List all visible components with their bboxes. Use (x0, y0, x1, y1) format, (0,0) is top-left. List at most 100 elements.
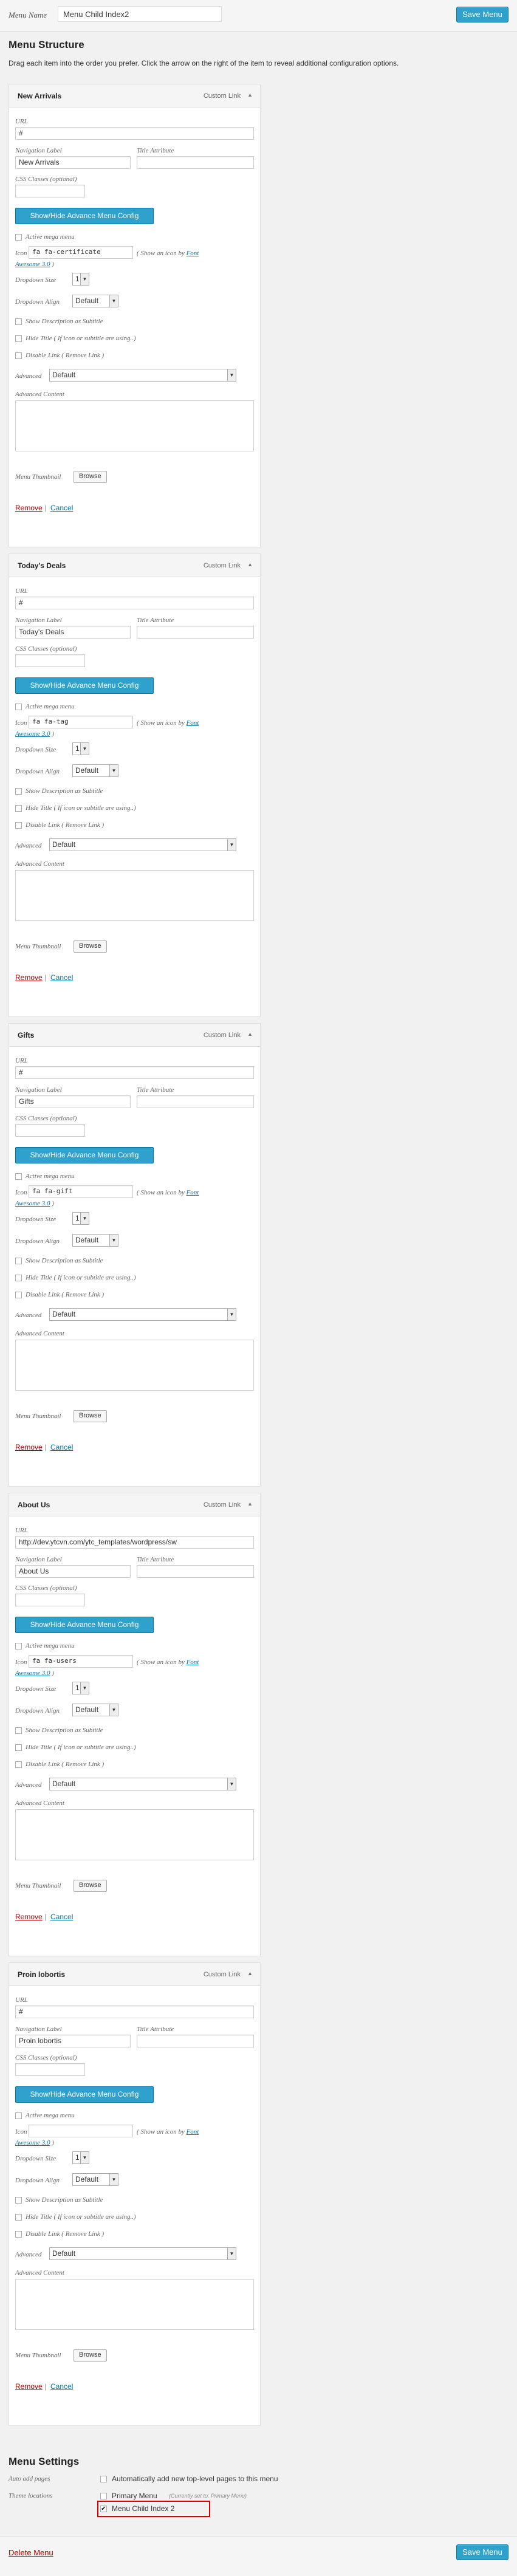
dropdown-size-select[interactable]: 1 ▼ (72, 1682, 89, 1694)
css-classes-input[interactable] (15, 1124, 85, 1137)
nav-label-input[interactable]: Proin lobortis (15, 2035, 131, 2047)
mega-menu-checkbox[interactable] (15, 1643, 22, 1649)
toggle-advanced-config-button[interactable]: Show/Hide Advance Menu Config (15, 677, 154, 694)
dropdown-align-select[interactable]: Default ▼ (72, 1704, 118, 1716)
advanced-content-textarea[interactable] (15, 1340, 254, 1391)
hide-title-checkbox[interactable] (15, 1744, 22, 1751)
title-attr-input[interactable] (137, 1095, 254, 1108)
cancel-item-link[interactable]: Cancel (50, 1913, 73, 1921)
collapse-arrow-icon[interactable]: ▲ (247, 561, 253, 567)
dropdown-align-select[interactable]: Default ▼ (72, 764, 118, 777)
mega-menu-checkbox[interactable] (15, 704, 22, 710)
icon-input[interactable] (29, 2125, 133, 2137)
show-description-checkbox[interactable] (15, 1258, 22, 1264)
menu-item-header[interactable]: Gifts Custom Link ▲ (9, 1024, 260, 1047)
url-input[interactable]: # (15, 127, 254, 140)
collapse-arrow-icon[interactable]: ▲ (247, 1501, 253, 1507)
advanced-select[interactable]: Default ▼ (49, 1778, 236, 1790)
disable-link-checkbox[interactable] (15, 2231, 22, 2238)
url-input[interactable]: # (15, 2006, 254, 2018)
dropdown-align-select[interactable]: Default ▼ (72, 2173, 118, 2186)
mega-menu-checkbox[interactable] (15, 234, 22, 241)
url-input[interactable]: # (15, 1066, 254, 1079)
font-link[interactable]: Font (187, 2128, 199, 2136)
font-awesome-link[interactable]: Awesome 3.0 (15, 2139, 50, 2146)
dropdown-align-select[interactable]: Default ▼ (72, 1234, 118, 1247)
remove-item-link[interactable]: Remove (15, 2382, 43, 2391)
dropdown-size-select[interactable]: 1 ▼ (72, 2151, 89, 2164)
font-link[interactable]: Font (187, 1189, 199, 1196)
font-link[interactable]: Font (187, 719, 199, 727)
collapse-arrow-icon[interactable]: ▲ (247, 92, 253, 98)
menu-item-header[interactable]: New Arrivals Custom Link ▲ (9, 84, 260, 108)
remove-item-link[interactable]: Remove (15, 973, 43, 982)
toggle-advanced-config-button[interactable]: Show/Hide Advance Menu Config (15, 208, 154, 224)
auto-add-checkbox[interactable] (100, 2476, 107, 2482)
disable-link-checkbox[interactable] (15, 1761, 22, 1768)
icon-input[interactable]: fa fa-tag (29, 716, 133, 728)
disable-link-checkbox[interactable] (15, 822, 22, 829)
delete-menu-link[interactable]: Delete Menu (9, 2548, 53, 2557)
show-description-checkbox[interactable] (15, 1727, 22, 1734)
advanced-content-textarea[interactable] (15, 1809, 254, 1860)
nav-label-input[interactable]: New Arrivals (15, 156, 131, 169)
font-awesome-link[interactable]: Awesome 3.0 (15, 730, 50, 738)
hide-title-checkbox[interactable] (15, 1275, 22, 1281)
advanced-content-textarea[interactable] (15, 400, 254, 451)
font-link[interactable]: Font (187, 1659, 199, 1666)
save-menu-button-top[interactable]: Save Menu (456, 7, 508, 22)
show-description-checkbox[interactable] (15, 318, 22, 325)
disable-link-checkbox[interactable] (15, 1292, 22, 1298)
collapse-arrow-icon[interactable]: ▲ (247, 1970, 253, 1976)
menu-name-input[interactable] (58, 6, 222, 22)
menu-child-checkbox[interactable]: ✔ (100, 2506, 107, 2512)
toggle-advanced-config-button[interactable]: Show/Hide Advance Menu Config (15, 1147, 154, 1163)
nav-label-input[interactable]: Gifts (15, 1095, 131, 1108)
icon-input[interactable]: fa fa-certificate (29, 246, 133, 259)
browse-button[interactable]: Browse (74, 471, 107, 483)
mega-menu-checkbox[interactable] (15, 2112, 22, 2119)
title-attr-input[interactable] (137, 156, 254, 169)
remove-item-link[interactable]: Remove (15, 1443, 43, 1451)
css-classes-input[interactable] (15, 2063, 85, 2076)
dropdown-size-select[interactable]: 1 ▼ (72, 1212, 89, 1225)
remove-item-link[interactable]: Remove (15, 504, 43, 512)
mega-menu-checkbox[interactable] (15, 1173, 22, 1180)
advanced-select[interactable]: Default ▼ (49, 2247, 236, 2260)
collapse-arrow-icon[interactable]: ▲ (247, 1031, 253, 1037)
browse-button[interactable]: Browse (74, 940, 107, 953)
font-awesome-link[interactable]: Awesome 3.0 (15, 1670, 50, 1677)
advanced-select[interactable]: Default ▼ (49, 1308, 236, 1321)
dropdown-size-select[interactable]: 1 ▼ (72, 273, 89, 286)
title-attr-input[interactable] (137, 626, 254, 639)
nav-label-input[interactable]: Today's Deals (15, 626, 131, 639)
font-awesome-link[interactable]: Awesome 3.0 (15, 1200, 50, 1207)
icon-input[interactable]: fa fa-users (29, 1655, 133, 1668)
hide-title-checkbox[interactable] (15, 805, 22, 812)
browse-button[interactable]: Browse (74, 2349, 107, 2362)
advanced-content-textarea[interactable] (15, 870, 254, 921)
icon-input[interactable]: fa fa-gift (29, 1185, 133, 1198)
css-classes-input[interactable] (15, 1594, 85, 1606)
font-awesome-link[interactable]: Awesome 3.0 (15, 261, 50, 268)
url-input[interactable]: # (15, 597, 254, 609)
cancel-item-link[interactable]: Cancel (50, 2382, 73, 2391)
browse-button[interactable]: Browse (74, 1880, 107, 1892)
css-classes-input[interactable] (15, 185, 85, 197)
remove-item-link[interactable]: Remove (15, 1913, 43, 1921)
save-menu-button-bottom[interactable]: Save Menu (456, 2544, 508, 2560)
primary-menu-checkbox[interactable] (100, 2493, 107, 2499)
title-attr-input[interactable] (137, 2035, 254, 2047)
advanced-select[interactable]: Default ▼ (49, 369, 236, 382)
nav-label-input[interactable]: About Us (15, 1565, 131, 1578)
cancel-item-link[interactable]: Cancel (50, 1443, 73, 1451)
dropdown-align-select[interactable]: Default ▼ (72, 295, 118, 307)
menu-item-header[interactable]: Today's Deals Custom Link ▲ (9, 554, 260, 577)
advanced-select[interactable]: Default ▼ (49, 838, 236, 851)
cancel-item-link[interactable]: Cancel (50, 973, 73, 982)
browse-button[interactable]: Browse (74, 1410, 107, 1422)
url-input[interactable]: http://dev.ytcvn.com/ytc_templates/wordp… (15, 1536, 254, 1549)
hide-title-checkbox[interactable] (15, 2214, 22, 2221)
show-description-checkbox[interactable] (15, 2197, 22, 2204)
hide-title-checkbox[interactable] (15, 335, 22, 342)
